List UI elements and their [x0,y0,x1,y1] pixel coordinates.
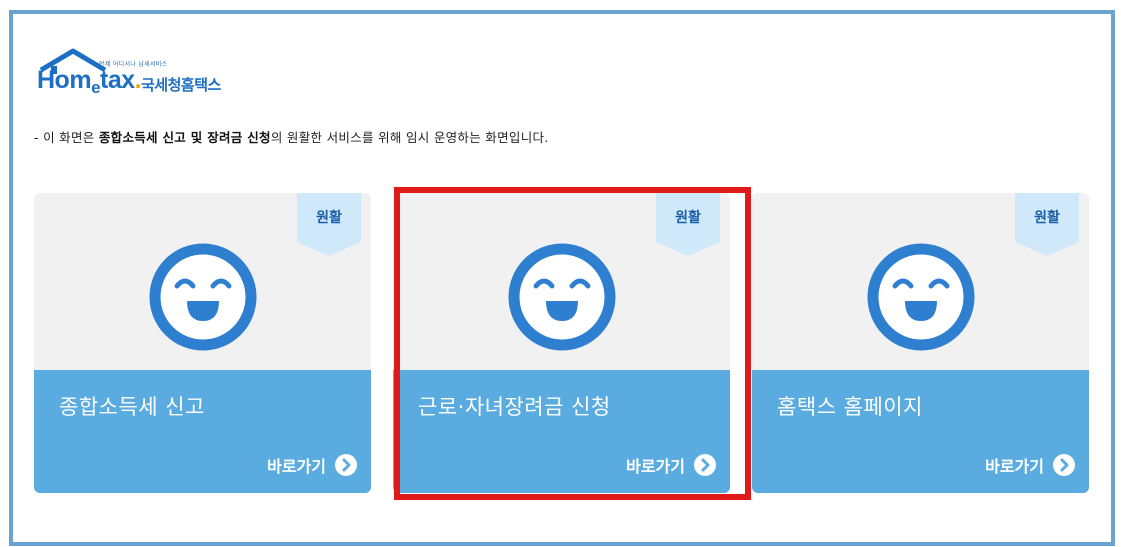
go-button[interactable]: 바로가기 [267,453,358,477]
logo-wordmark: Hometax. [37,66,142,97]
status-badge: 원활 [1015,193,1079,256]
card-footer: 홈택스 홈페이지 바로가기 [752,370,1089,493]
smiley-face-icon [867,243,975,351]
go-label: 바로가기 [985,457,1044,476]
status-badge: 원활 [297,193,361,256]
card-hometax-homepage[interactable]: 원활 홈택스 홈페이지 바로가기 [752,193,1089,493]
go-label: 바로가기 [267,457,326,476]
highlight-box [394,187,751,500]
card-title: 홈택스 홈페이지 [777,395,923,419]
notice-text: - 이 화면은 종합소득세 신고 및 장려금 신청의 원활한 서비스를 위해 임… [34,130,549,145]
page-frame: 언제 어디서나 납세서비스 Hometax. 국세청홈택스 - 이 화면은 종합… [9,10,1115,546]
card-income-tax-filing[interactable]: 원활 종합소득세 신고 바로가기 [34,193,371,493]
chevron-right-circle-icon [1053,454,1075,476]
chevron-right-circle-icon [335,454,357,476]
card-title: 종합소득세 신고 [59,395,205,419]
go-button[interactable]: 바로가기 [985,453,1076,477]
card-footer: 종합소득세 신고 바로가기 [34,370,371,493]
logo-korean-name: 국세청홈택스 [141,76,221,94]
hometax-logo[interactable]: 언제 어디서나 납세서비스 Hometax. 국세청홈택스 [37,46,277,106]
smiley-face-icon [149,243,257,351]
